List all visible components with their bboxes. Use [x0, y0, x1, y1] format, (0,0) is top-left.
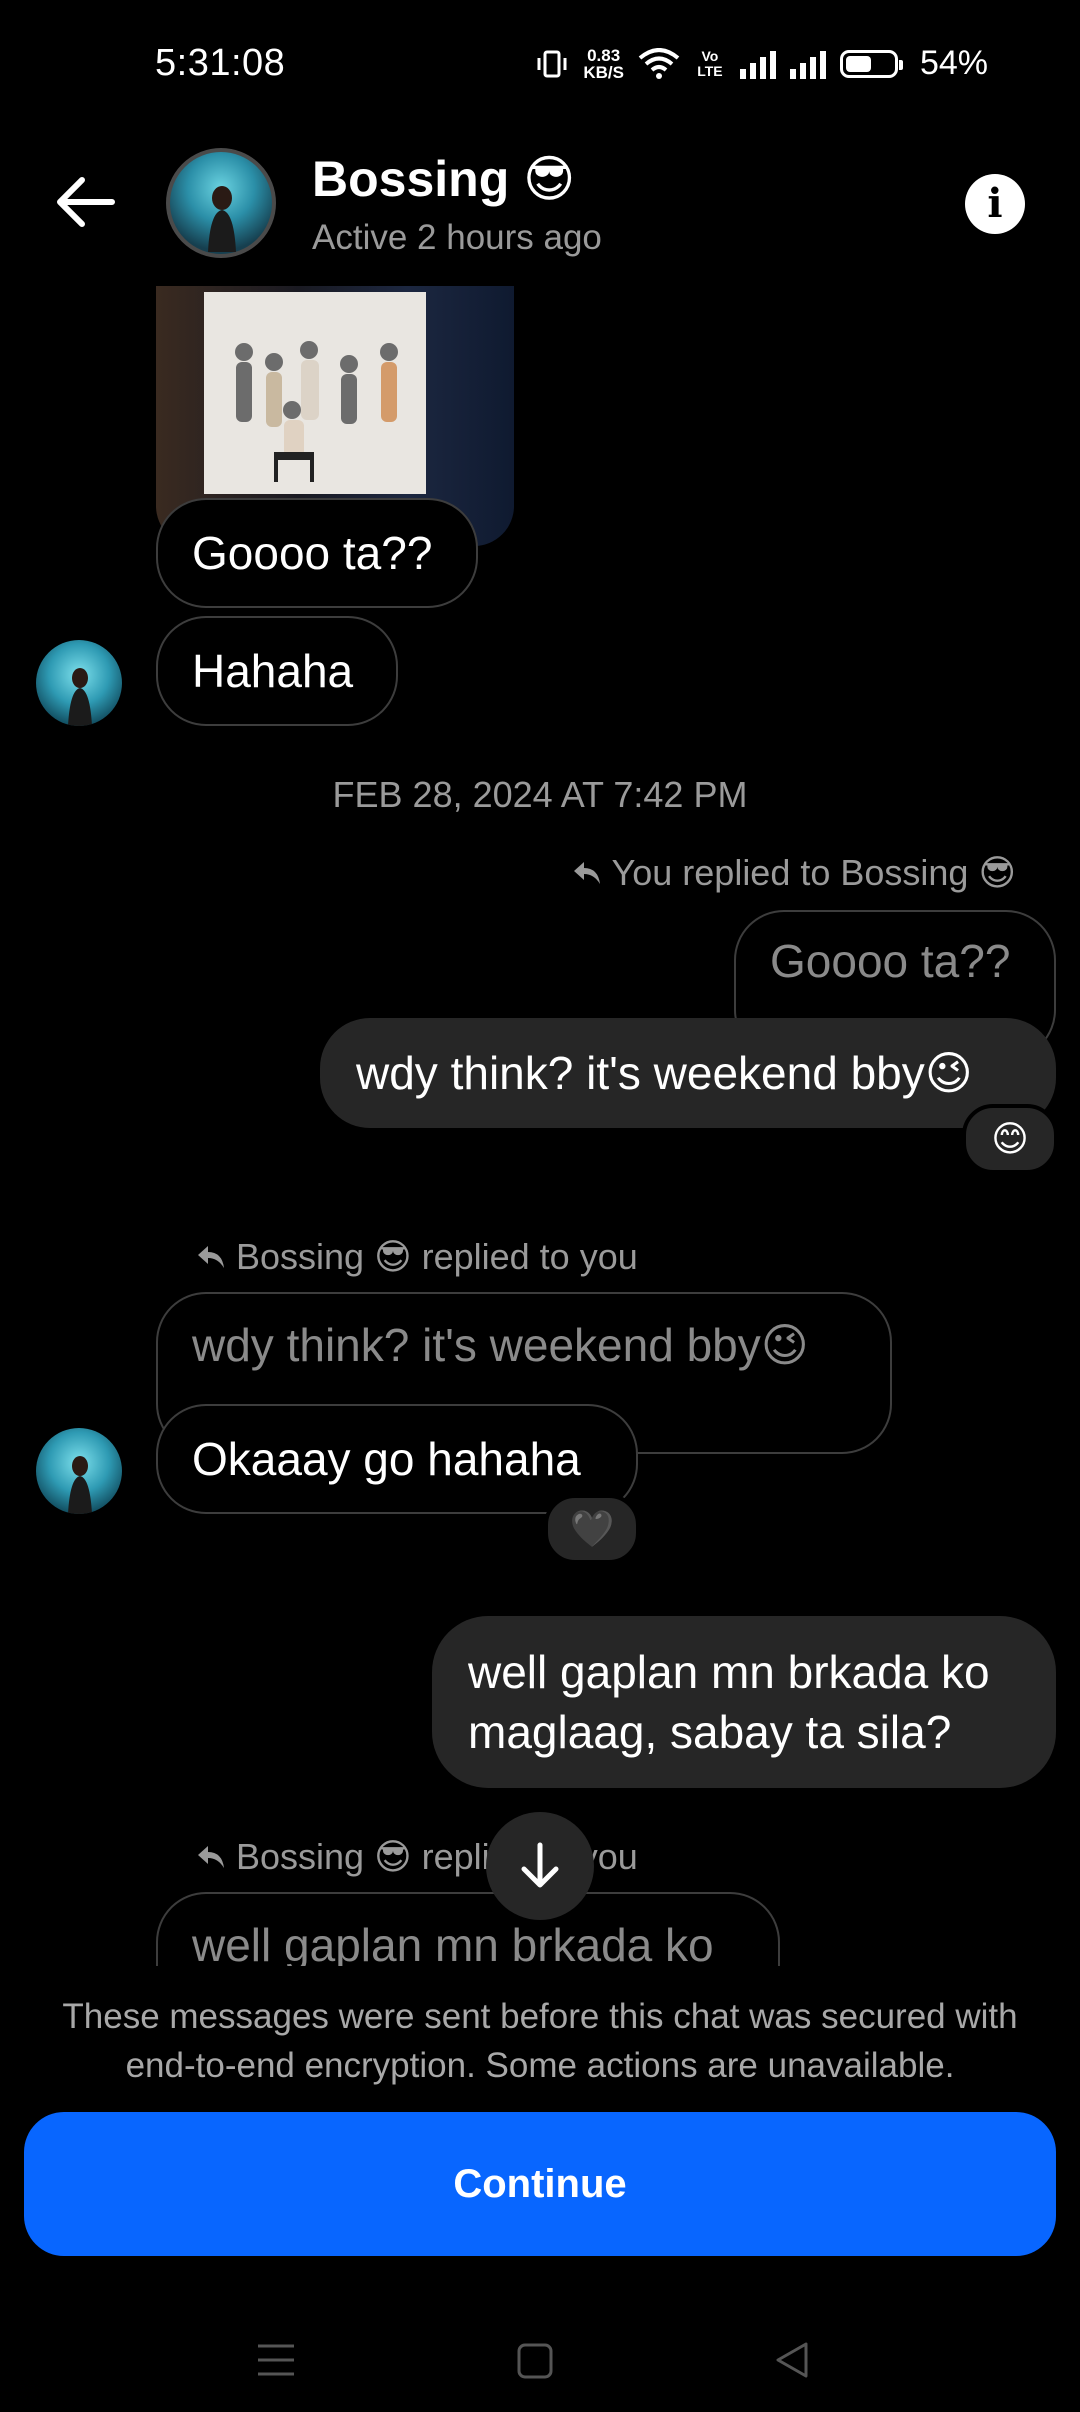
contact-status: Active 2 hours ago: [312, 218, 602, 257]
quoted-text: well gaplan mn brkada ko: [192, 1919, 714, 1966]
sender-avatar[interactable]: [36, 640, 122, 726]
date-separator: FEB 28, 2024 AT 7:42 PM: [332, 774, 748, 815]
reply-arrow-icon: [573, 862, 600, 884]
message-text: wdy think? it's weekend bby😉: [356, 1047, 973, 1099]
signal-1-icon: [739, 49, 776, 79]
quoted-text: wdy think? it's weekend bby😉: [192, 1319, 809, 1371]
contact-name[interactable]: Bossing 😎: [312, 150, 575, 208]
message-text: well gaplan mn brkada ko maglaag, sabay …: [468, 1646, 990, 1758]
message-text: Okaaay go hahaha: [192, 1433, 581, 1485]
scroll-to-bottom-button[interactable]: [486, 1812, 594, 1920]
message-bubble-outgoing[interactable]: wdy think? it's weekend bby😉: [320, 1018, 1056, 1128]
reply-label-text: You replied to Bossing 😎: [611, 852, 1016, 893]
square-home-icon[interactable]: [516, 2342, 554, 2380]
avatar-photo: [68, 668, 92, 726]
message-bubble-outgoing[interactable]: well gaplan mn brkada ko maglaag, sabay …: [432, 1616, 1056, 1788]
arrow-down-icon: [521, 1842, 559, 1888]
message-reaction[interactable]: 🖤: [544, 1494, 640, 1564]
reply-arrow-icon: [198, 1846, 224, 1868]
reply-label: Bossing 😎 replied to you: [196, 1236, 638, 1278]
message-text: Goooo ta??: [192, 527, 433, 579]
net-speed-unit: KB/S: [583, 62, 624, 82]
reply-label-text: Bossing 😎 replied to you: [236, 1236, 638, 1277]
reply-arrow-icon: [198, 1246, 224, 1268]
message-reaction[interactable]: 😊: [962, 1104, 1058, 1174]
triangle-back-icon[interactable]: [772, 2340, 812, 2380]
reply-label: You replied to Bossing 😎: [572, 852, 1016, 894]
message-bubble-incoming[interactable]: Goooo ta??: [156, 498, 478, 608]
encryption-notice: These messages were sent before this cha…: [62, 1997, 1018, 2085]
menu-icon[interactable]: [256, 2342, 296, 2378]
info-icon[interactable]: i: [965, 174, 1025, 234]
quoted-text: Goooo ta??: [770, 935, 1011, 987]
system-nav-bar: [0, 2300, 1080, 2412]
battery-percent: 54%: [919, 44, 988, 82]
quoted-message[interactable]: well gaplan mn brkada ko: [156, 1892, 780, 1966]
vibrate-icon: [537, 50, 567, 77]
message-text: Hahaha: [192, 645, 354, 697]
net-speed: 0.83 KB/S: [583, 47, 624, 81]
back-arrow-icon[interactable]: [50, 172, 120, 232]
sender-avatar[interactable]: [36, 1428, 122, 1514]
continue-button[interactable]: Continue: [24, 2112, 1056, 2256]
volte-label: Vo LTE: [697, 47, 723, 79]
message-bubble-incoming[interactable]: Hahaha: [156, 616, 398, 726]
net-speed-value: 0.83: [587, 45, 621, 65]
contact-avatar[interactable]: [166, 148, 276, 258]
group-photo-figures: [235, 341, 398, 482]
wifi-icon: [638, 47, 680, 79]
status-icons: 0.83 KB/S Vo LTE 54%: [535, 44, 988, 83]
avatar-photo: [208, 186, 236, 252]
status-time: 5:31:08: [155, 42, 286, 84]
avatar-photo: [68, 1456, 92, 1514]
battery-icon: [839, 49, 903, 78]
signal-2-icon: [789, 49, 826, 79]
